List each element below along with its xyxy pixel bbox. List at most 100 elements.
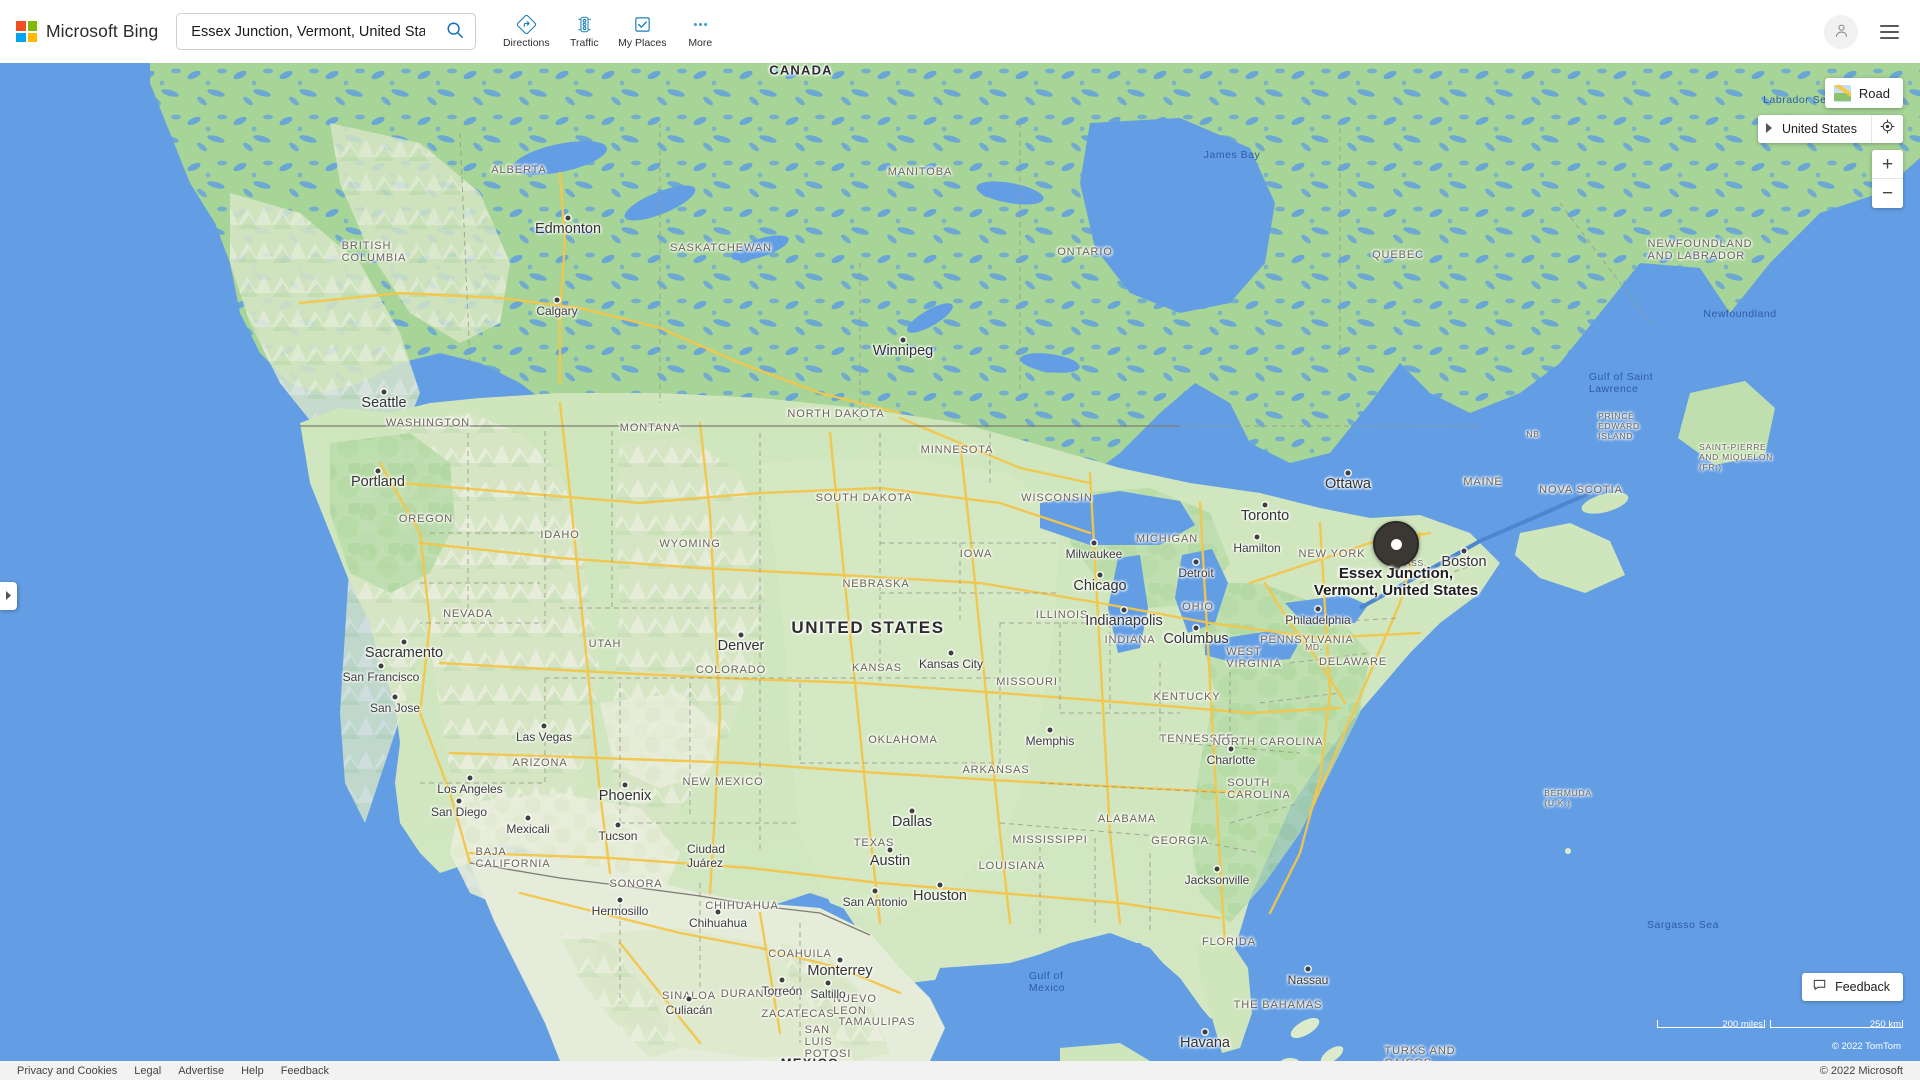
toolbar-traffic[interactable]: Traffic [556, 8, 612, 56]
header-right-controls [1824, 0, 1906, 63]
map-city-dot [1461, 548, 1467, 554]
search-bar[interactable] [176, 13, 477, 50]
locate-me-button[interactable] [1871, 115, 1903, 143]
map-render [0, 63, 1920, 1061]
traffic-light-icon [575, 15, 594, 34]
map-city-dot [1262, 502, 1268, 508]
account-button[interactable] [1824, 14, 1858, 49]
map-city-dot [948, 650, 954, 656]
location-pin-icon[interactable] [1373, 521, 1419, 567]
menu-button[interactable] [1872, 15, 1906, 49]
map-city-dot [622, 782, 628, 788]
map-city-dot [837, 957, 843, 963]
ellipsis-icon [691, 15, 710, 34]
map-city-dot [887, 847, 893, 853]
map-style-button[interactable]: Road [1824, 78, 1903, 108]
map-city-dot [467, 775, 473, 781]
page-footer: Privacy and Cookies Legal Advertise Help… [0, 1061, 1920, 1080]
brand-label: Microsoft Bing [46, 21, 159, 41]
map-city-dot [1202, 1029, 1208, 1035]
map-city-dot [937, 882, 943, 888]
map-city-dot [456, 798, 462, 804]
map-city-dot [872, 888, 878, 894]
map-city-dot [715, 909, 721, 915]
map-city-dot [617, 897, 623, 903]
map-city-dot [900, 337, 906, 343]
scale-miles-label: 200 miles [1722, 1019, 1763, 1030]
map-city-dot [825, 980, 831, 986]
hamburger-menu-icon [1879, 24, 1899, 27]
speech-bubble-icon [1812, 977, 1827, 997]
map-city-dot [615, 822, 621, 828]
map-city-dot [686, 996, 692, 1002]
locate-me-icon [1880, 119, 1895, 139]
zoom-out-button[interactable]: − [1872, 179, 1903, 208]
map-city-dot [1305, 966, 1311, 972]
map-city-dot [375, 468, 381, 474]
region-label: United States [1781, 122, 1857, 136]
toolbar-directions[interactable]: Directions [498, 8, 554, 56]
map-city-dot [1254, 534, 1260, 540]
side-panel-toggle[interactable] [0, 582, 17, 610]
toolbar-my-places-label: My Places [618, 36, 667, 49]
footer-link-privacy[interactable]: Privacy and Cookies [0, 1065, 134, 1077]
footer-link-feedback[interactable]: Feedback [281, 1065, 346, 1077]
toolbar-more-label: More [688, 36, 713, 49]
app-header: Microsoft Bing Directions [0, 0, 1920, 63]
map-attribution: © 2022 TomTom [1831, 1041, 1901, 1052]
map-city-dot [1047, 727, 1053, 733]
footer-link-help[interactable]: Help [241, 1065, 281, 1077]
toolbar-traffic-label: Traffic [569, 36, 599, 49]
map-city-dot [1228, 746, 1234, 752]
toolbar-directions-label: Directions [502, 36, 550, 49]
directions-icon [516, 14, 536, 34]
map-feedback-label: Feedback [1835, 980, 1890, 994]
scale-miles: 200 miles [1657, 1019, 1765, 1037]
map-toolbar: Directions Traffic My Places More [498, 8, 728, 56]
scale-km-label: 250 km [1869, 1019, 1901, 1030]
scale-bar: 200 miles 250 km [1657, 1019, 1903, 1037]
map-city-dot [381, 389, 387, 395]
map-city-dot [565, 215, 571, 221]
map-city-dot [1091, 540, 1097, 546]
zoom-controls[interactable]: + − [1872, 150, 1903, 208]
search-input[interactable] [177, 14, 436, 49]
zoom-in-button[interactable]: + [1872, 150, 1903, 179]
map-city-dot [738, 632, 744, 638]
map-city-dot [525, 815, 531, 821]
map-style-label: Road [1858, 85, 1890, 101]
brand-logo[interactable]: Microsoft Bing [16, 21, 158, 42]
region-selector[interactable]: United States [1757, 115, 1903, 143]
chevron-right-icon [5, 587, 12, 605]
map-city-dot [554, 297, 560, 303]
map-city-dot [1193, 625, 1199, 631]
map-style-icon [1833, 84, 1851, 102]
map-city-dot [1097, 572, 1103, 578]
map-city-dot [1193, 559, 1199, 565]
map-feedback-button[interactable]: Feedback [1802, 973, 1903, 1001]
map-city-dot [1345, 470, 1351, 476]
person-avatar-icon [1833, 22, 1850, 42]
map-city-dot [401, 639, 407, 645]
microsoft-logo-icon [16, 21, 37, 42]
map-city-dot [779, 977, 785, 983]
map-city-dot [1214, 866, 1220, 872]
my-places-checkbox-icon [633, 15, 652, 34]
map-city-dot [392, 694, 398, 700]
map-city-dot [1121, 607, 1127, 613]
map-city-dot [909, 808, 915, 814]
footer-copyright: © 2022 Microsoft [1819, 1064, 1903, 1077]
toolbar-my-places[interactable]: My Places [614, 8, 670, 56]
region-expand-button[interactable] [1758, 115, 1780, 143]
search-icon [446, 21, 464, 42]
map-viewport[interactable]: CANADAUNITED STATESMEXICOBRITISHCOLUMBIA… [0, 63, 1920, 1061]
scale-km: 250 km [1770, 1019, 1903, 1037]
chevron-right-icon [1765, 120, 1773, 138]
footer-link-advertise[interactable]: Advertise [178, 1065, 241, 1077]
map-city-dot [378, 663, 384, 669]
map-city-dot [541, 723, 547, 729]
map-city-dot [1315, 606, 1321, 612]
search-button[interactable] [435, 14, 475, 49]
toolbar-more[interactable]: More [672, 8, 728, 56]
footer-link-legal[interactable]: Legal [134, 1065, 178, 1077]
